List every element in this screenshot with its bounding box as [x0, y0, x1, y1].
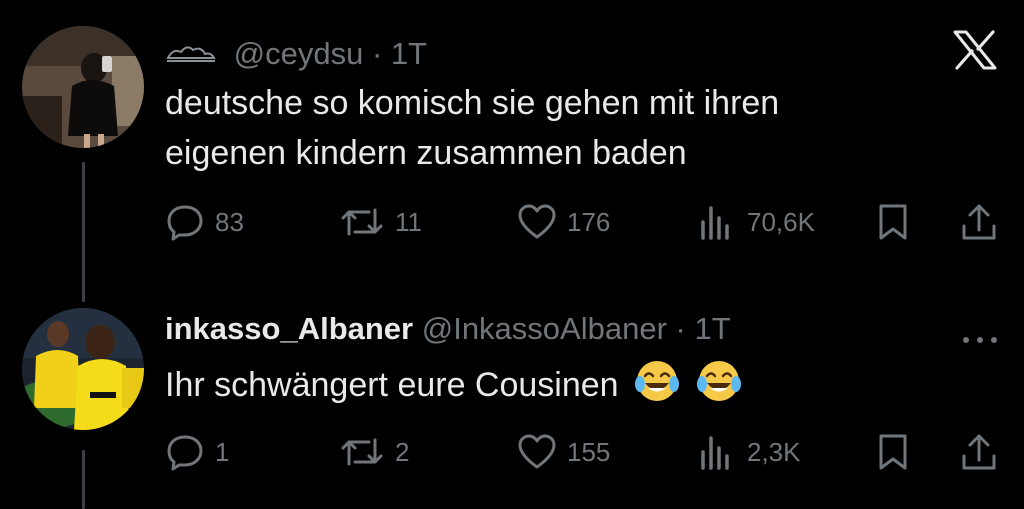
- views-icon: [697, 202, 737, 242]
- retweet-count: 2: [395, 436, 410, 467]
- reply-count: 1: [215, 436, 230, 467]
- crying-laughing-emoji-icon: [696, 358, 742, 404]
- handle[interactable]: @InkassoAlbaner: [422, 311, 667, 346]
- views-count: 2,3K: [747, 436, 801, 467]
- action-bar: 83 11 176 70,6K: [165, 202, 1005, 242]
- share-icon: [960, 202, 998, 242]
- tweet-text-line: Ihr schwängert eure Cousinen: [165, 366, 619, 404]
- handle[interactable]: @ceydsu: [234, 36, 364, 71]
- tweet-header: inkasso_Albaner @InkassoAlbaner · 1T: [165, 311, 731, 347]
- avatar[interactable]: [22, 308, 144, 430]
- retweet-button[interactable]: 11: [339, 202, 422, 242]
- retweet-button[interactable]: 2: [339, 432, 409, 472]
- like-icon: [517, 202, 557, 242]
- bookmark-icon: [875, 202, 911, 242]
- reply-icon: [165, 432, 205, 472]
- tweet-header: @ceydsu · 1T: [165, 36, 427, 74]
- reply-icon: [165, 202, 205, 242]
- views-icon: [697, 432, 737, 472]
- more-icon[interactable]: [960, 322, 1000, 353]
- thread-line-bottom: [82, 450, 85, 509]
- share-button[interactable]: [960, 202, 998, 242]
- x-logo-icon[interactable]: [952, 30, 998, 75]
- bookmark-icon: [875, 432, 911, 472]
- reply-count: 83: [215, 206, 244, 237]
- tweet-text: deutsche so komisch sie gehen mit ihren …: [165, 78, 779, 178]
- views-button[interactable]: 70,6K: [697, 202, 815, 242]
- like-button[interactable]: 176: [517, 202, 610, 242]
- tweet-text: Ihr schwängert eure Cousinen: [165, 358, 742, 410]
- crying-laughing-emoji-icon: [634, 358, 680, 404]
- retweet-icon: [339, 202, 385, 242]
- action-bar: 1 2 155 2,3K: [165, 432, 1005, 472]
- timestamp[interactable]: 1T: [391, 36, 427, 71]
- like-count: 155: [567, 436, 611, 467]
- tweet-text-line: deutsche so komisch sie gehen mit ihren: [165, 84, 780, 122]
- account-badge-icon: [165, 38, 217, 74]
- bookmark-button[interactable]: [875, 202, 911, 242]
- share-button[interactable]: [960, 432, 998, 472]
- thread-line-top: [82, 162, 85, 302]
- like-icon: [517, 432, 557, 472]
- separator: ·: [675, 311, 686, 346]
- tweet-text-line: eigenen kindern zusammen baden: [165, 134, 687, 172]
- share-icon: [960, 432, 998, 472]
- avatar[interactable]: [22, 26, 144, 148]
- retweet-count: 11: [395, 206, 422, 237]
- retweet-icon: [339, 432, 385, 472]
- like-button[interactable]: 155: [517, 432, 610, 472]
- display-name[interactable]: inkasso_Albaner: [165, 311, 413, 346]
- like-count: 176: [567, 206, 611, 237]
- reply-button[interactable]: 1: [165, 432, 229, 472]
- timestamp[interactable]: 1T: [694, 311, 730, 346]
- bookmark-button[interactable]: [875, 432, 911, 472]
- views-button[interactable]: 2,3K: [697, 432, 801, 472]
- separator: ·: [371, 36, 383, 71]
- reply-button[interactable]: 83: [165, 202, 244, 242]
- views-count: 70,6K: [747, 206, 815, 237]
